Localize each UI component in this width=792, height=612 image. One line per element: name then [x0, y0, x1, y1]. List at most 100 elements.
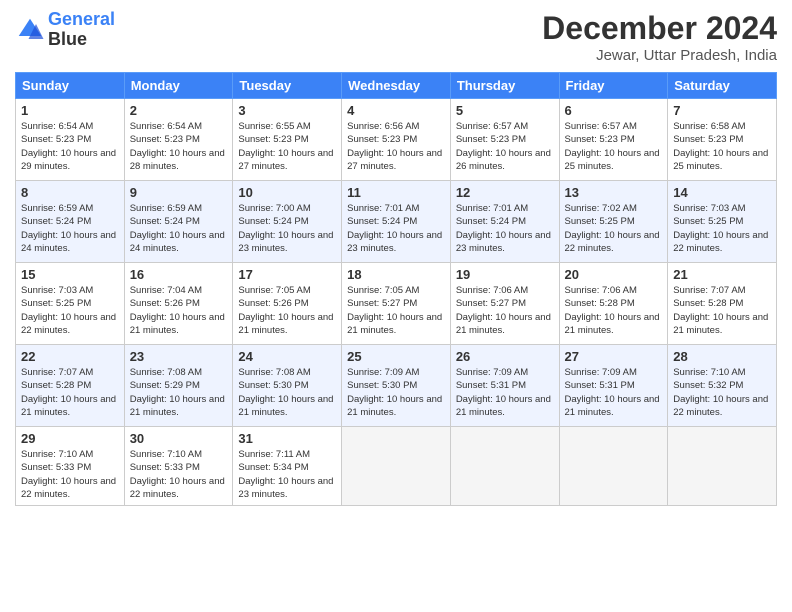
day-info: Sunrise: 7:09 AM Sunset: 5:31 PM Dayligh… — [565, 366, 663, 419]
table-row: 6 Sunrise: 6:57 AM Sunset: 5:23 PM Dayli… — [559, 99, 668, 181]
day-number: 17 — [238, 267, 336, 282]
day-info: Sunrise: 7:03 AM Sunset: 5:25 PM Dayligh… — [21, 284, 119, 337]
day-number: 8 — [21, 185, 119, 200]
day-number: 30 — [130, 431, 228, 446]
day-info: Sunrise: 7:05 AM Sunset: 5:26 PM Dayligh… — [238, 284, 336, 337]
table-row: 15 Sunrise: 7:03 AM Sunset: 5:25 PM Dayl… — [16, 263, 125, 345]
day-info: Sunrise: 6:57 AM Sunset: 5:23 PM Dayligh… — [565, 120, 663, 173]
day-info: Sunrise: 6:56 AM Sunset: 5:23 PM Dayligh… — [347, 120, 445, 173]
col-thursday: Thursday — [450, 73, 559, 99]
location: Jewar, Uttar Pradesh, India — [542, 47, 777, 64]
day-number: 28 — [673, 349, 771, 364]
day-number: 15 — [21, 267, 119, 282]
day-number: 5 — [456, 103, 554, 118]
table-row: 19 Sunrise: 7:06 AM Sunset: 5:27 PM Dayl… — [450, 263, 559, 345]
day-number: 26 — [456, 349, 554, 364]
week-row-4: 22 Sunrise: 7:07 AM Sunset: 5:28 PM Dayl… — [16, 345, 777, 427]
day-number: 11 — [347, 185, 445, 200]
day-number: 7 — [673, 103, 771, 118]
day-info: Sunrise: 7:10 AM Sunset: 5:32 PM Dayligh… — [673, 366, 771, 419]
day-number: 18 — [347, 267, 445, 282]
week-row-1: 1 Sunrise: 6:54 AM Sunset: 5:23 PM Dayli… — [16, 99, 777, 181]
table-row: 21 Sunrise: 7:07 AM Sunset: 5:28 PM Dayl… — [668, 263, 777, 345]
table-row: 9 Sunrise: 6:59 AM Sunset: 5:24 PM Dayli… — [124, 181, 233, 263]
table-row: 12 Sunrise: 7:01 AM Sunset: 5:24 PM Dayl… — [450, 181, 559, 263]
day-number: 23 — [130, 349, 228, 364]
col-wednesday: Wednesday — [342, 73, 451, 99]
logo: General Blue — [15, 10, 115, 50]
day-info: Sunrise: 7:06 AM Sunset: 5:28 PM Dayligh… — [565, 284, 663, 337]
table-row: 1 Sunrise: 6:54 AM Sunset: 5:23 PM Dayli… — [16, 99, 125, 181]
table-row: 23 Sunrise: 7:08 AM Sunset: 5:29 PM Dayl… — [124, 345, 233, 427]
table-row: 20 Sunrise: 7:06 AM Sunset: 5:28 PM Dayl… — [559, 263, 668, 345]
table-row: 11 Sunrise: 7:01 AM Sunset: 5:24 PM Dayl… — [342, 181, 451, 263]
day-info: Sunrise: 7:11 AM Sunset: 5:34 PM Dayligh… — [238, 448, 336, 501]
day-info: Sunrise: 7:02 AM Sunset: 5:25 PM Dayligh… — [565, 202, 663, 255]
table-row: 27 Sunrise: 7:09 AM Sunset: 5:31 PM Dayl… — [559, 345, 668, 427]
month-title: December 2024 — [542, 10, 777, 47]
day-number: 20 — [565, 267, 663, 282]
table-row: 14 Sunrise: 7:03 AM Sunset: 5:25 PM Dayl… — [668, 181, 777, 263]
table-row: 18 Sunrise: 7:05 AM Sunset: 5:27 PM Dayl… — [342, 263, 451, 345]
col-saturday: Saturday — [668, 73, 777, 99]
table-row: 26 Sunrise: 7:09 AM Sunset: 5:31 PM Dayl… — [450, 345, 559, 427]
day-number: 29 — [21, 431, 119, 446]
table-row: 30 Sunrise: 7:10 AM Sunset: 5:33 PM Dayl… — [124, 427, 233, 506]
day-info: Sunrise: 6:59 AM Sunset: 5:24 PM Dayligh… — [130, 202, 228, 255]
day-number: 25 — [347, 349, 445, 364]
day-number: 21 — [673, 267, 771, 282]
day-number: 1 — [21, 103, 119, 118]
day-number: 9 — [130, 185, 228, 200]
day-number: 4 — [347, 103, 445, 118]
day-info: Sunrise: 7:04 AM Sunset: 5:26 PM Dayligh… — [130, 284, 228, 337]
week-row-3: 15 Sunrise: 7:03 AM Sunset: 5:25 PM Dayl… — [16, 263, 777, 345]
day-number: 2 — [130, 103, 228, 118]
day-number: 3 — [238, 103, 336, 118]
table-row: 2 Sunrise: 6:54 AM Sunset: 5:23 PM Dayli… — [124, 99, 233, 181]
day-info: Sunrise: 7:03 AM Sunset: 5:25 PM Dayligh… — [673, 202, 771, 255]
day-number: 16 — [130, 267, 228, 282]
table-row: 16 Sunrise: 7:04 AM Sunset: 5:26 PM Dayl… — [124, 263, 233, 345]
day-info: Sunrise: 7:00 AM Sunset: 5:24 PM Dayligh… — [238, 202, 336, 255]
table-row: 10 Sunrise: 7:00 AM Sunset: 5:24 PM Dayl… — [233, 181, 342, 263]
table-row: 29 Sunrise: 7:10 AM Sunset: 5:33 PM Dayl… — [16, 427, 125, 506]
week-row-5: 29 Sunrise: 7:10 AM Sunset: 5:33 PM Dayl… — [16, 427, 777, 506]
day-info: Sunrise: 7:01 AM Sunset: 5:24 PM Dayligh… — [347, 202, 445, 255]
calendar-table: Sunday Monday Tuesday Wednesday Thursday… — [15, 72, 777, 506]
col-tuesday: Tuesday — [233, 73, 342, 99]
day-number: 10 — [238, 185, 336, 200]
logo-icon — [15, 15, 45, 45]
page-container: General Blue December 2024 Jewar, Uttar … — [0, 0, 792, 612]
day-number: 19 — [456, 267, 554, 282]
day-info: Sunrise: 6:58 AM Sunset: 5:23 PM Dayligh… — [673, 120, 771, 173]
day-info: Sunrise: 6:57 AM Sunset: 5:23 PM Dayligh… — [456, 120, 554, 173]
table-row: 17 Sunrise: 7:05 AM Sunset: 5:26 PM Dayl… — [233, 263, 342, 345]
day-info: Sunrise: 7:10 AM Sunset: 5:33 PM Dayligh… — [130, 448, 228, 501]
day-number: 13 — [565, 185, 663, 200]
day-info: Sunrise: 6:55 AM Sunset: 5:23 PM Dayligh… — [238, 120, 336, 173]
day-number: 12 — [456, 185, 554, 200]
day-number: 6 — [565, 103, 663, 118]
day-info: Sunrise: 7:07 AM Sunset: 5:28 PM Dayligh… — [21, 366, 119, 419]
col-friday: Friday — [559, 73, 668, 99]
day-info: Sunrise: 7:08 AM Sunset: 5:30 PM Dayligh… — [238, 366, 336, 419]
header-row: Sunday Monday Tuesday Wednesday Thursday… — [16, 73, 777, 99]
day-info: Sunrise: 6:54 AM Sunset: 5:23 PM Dayligh… — [21, 120, 119, 173]
day-info: Sunrise: 7:09 AM Sunset: 5:30 PM Dayligh… — [347, 366, 445, 419]
day-info: Sunrise: 7:08 AM Sunset: 5:29 PM Dayligh… — [130, 366, 228, 419]
day-number: 27 — [565, 349, 663, 364]
table-row: 22 Sunrise: 7:07 AM Sunset: 5:28 PM Dayl… — [16, 345, 125, 427]
col-sunday: Sunday — [16, 73, 125, 99]
table-row: 8 Sunrise: 6:59 AM Sunset: 5:24 PM Dayli… — [16, 181, 125, 263]
table-row: 3 Sunrise: 6:55 AM Sunset: 5:23 PM Dayli… — [233, 99, 342, 181]
header: General Blue December 2024 Jewar, Uttar … — [15, 10, 777, 64]
day-info: Sunrise: 7:10 AM Sunset: 5:33 PM Dayligh… — [21, 448, 119, 501]
table-row: 7 Sunrise: 6:58 AM Sunset: 5:23 PM Dayli… — [668, 99, 777, 181]
table-row: 24 Sunrise: 7:08 AM Sunset: 5:30 PM Dayl… — [233, 345, 342, 427]
day-info: Sunrise: 7:06 AM Sunset: 5:27 PM Dayligh… — [456, 284, 554, 337]
table-row — [559, 427, 668, 506]
day-number: 22 — [21, 349, 119, 364]
table-row — [450, 427, 559, 506]
table-row: 13 Sunrise: 7:02 AM Sunset: 5:25 PM Dayl… — [559, 181, 668, 263]
day-info: Sunrise: 7:09 AM Sunset: 5:31 PM Dayligh… — [456, 366, 554, 419]
